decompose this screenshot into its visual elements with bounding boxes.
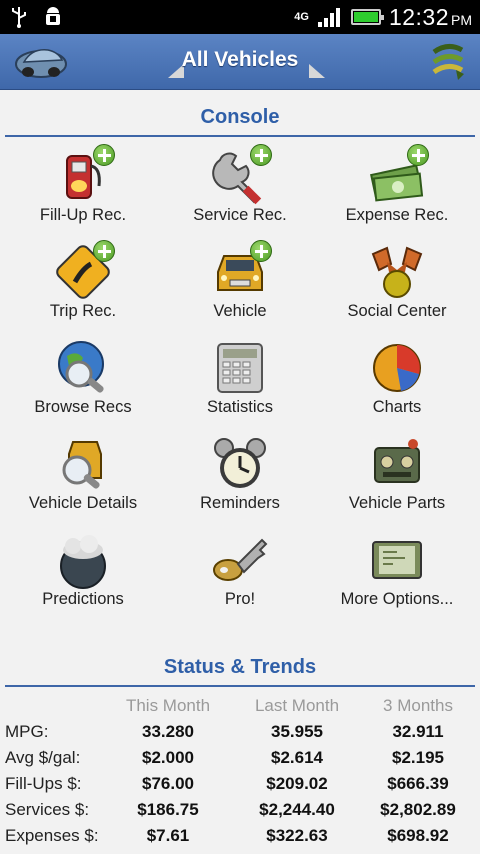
sync-icon[interactable] [428,40,468,84]
table-row: Fill-Ups $: $76.00 $209.02 $666.39 [0,774,480,799]
column-header: 3 Months [383,696,453,715]
tile-label: Browse Recs [34,398,132,416]
network-type: 4G [294,11,309,23]
table-row: Avg $/gal: $2.000 $2.614 $2.195 [0,748,480,773]
status-trends-divider [5,685,475,687]
cloud-icon [53,530,113,590]
table-row: Services $: $186.75 $2,244.40 $2,802.89 [0,800,480,825]
tile-label: Pro! [224,590,256,608]
clock: 12:32 [388,3,449,30]
table-row: MPG: 33.280 35.955 32.911 [0,722,480,747]
battery-icon [350,9,384,25]
cell-value: $2,802.89 [380,800,456,819]
table-row: Expenses $: $7.61 $322.63 $698.92 [0,826,480,851]
cell-value: 33.280 [142,722,194,741]
cell-value: $7.61 [146,826,190,845]
tile-label: Vehicle Details [28,494,138,512]
next-vehicle-arrow[interactable] [309,64,325,78]
alarm-clock-icon [210,434,270,494]
cell-value: 35.955 [271,722,323,741]
cell-value: $698.92 [387,826,449,845]
row-label: Fill-Ups $: [5,774,82,793]
money-icon [367,144,429,206]
row-label: Avg $/gal: [5,748,81,767]
tile-vehicle[interactable]: Vehicle [160,238,320,334]
tile-social-center[interactable]: Social Center [317,238,477,334]
cell-value: $76.00 [142,774,194,793]
cell-value: $2.614 [271,748,323,767]
tile-charts[interactable]: Charts [317,334,477,430]
cell-value: $2,244.40 [259,800,335,819]
tile-vehicle-parts[interactable]: Vehicle Parts [317,430,477,526]
car-icon [210,240,272,302]
tile-label: More Options... [340,590,454,608]
tile-reminders[interactable]: Reminders [160,430,320,526]
row-label: MPG: [5,722,49,741]
fuel-pump-icon [53,144,115,206]
more-options-icon [367,530,427,590]
row-label: Expenses $: [5,826,99,845]
tile-more-options[interactable]: More Options... [317,526,477,622]
road-sign-icon [53,240,115,302]
tile-pro[interactable]: Pro! [160,526,320,622]
cell-value: $666.39 [387,774,449,793]
tile-service-rec[interactable]: Service Rec. [160,142,320,238]
tile-statistics[interactable]: Statistics [160,334,320,430]
signal-icon [317,8,340,27]
tile-label: Vehicle [213,302,267,320]
status-trends-heading: Status & Trends [163,656,317,678]
social-icon [367,242,427,302]
status-bar: 4G 12:32 PM [0,0,480,34]
tile-label: Service Rec. [193,206,287,224]
globe-magnifier-icon [53,338,113,398]
page-title[interactable]: All Vehicles [0,48,480,72]
tile-expense-rec[interactable]: Expense Rec. [317,142,477,238]
tile-label: Charts [372,398,422,416]
calculator-icon [210,338,270,398]
app-title-bar: All Vehicles [0,34,480,90]
tile-fill-up-rec[interactable]: Fill-Up Rec. [3,142,163,238]
tile-trip-rec[interactable]: Trip Rec. [3,238,163,334]
key-icon [210,530,270,590]
tile-label: Predictions [42,590,124,608]
column-header: Last Month [254,696,340,715]
android-debug-icon [46,7,60,25]
cell-value: $186.75 [137,800,199,819]
cell-value: $322.63 [266,826,328,845]
tile-label: Vehicle Parts [348,494,446,512]
tile-label: Statistics [206,398,274,416]
tile-vehicle-details[interactable]: Vehicle Details [3,430,163,526]
cell-value: $2.000 [142,748,194,767]
car-parts-icon [367,434,427,494]
wrench-icon [210,144,272,206]
tile-label: Social Center [347,302,447,320]
cell-value: 32.911 [392,722,444,741]
tile-label: Reminders [200,494,280,512]
console-heading: Console [200,106,280,128]
car-details-icon [53,434,113,494]
tile-browse-recs[interactable]: Browse Recs [3,334,163,430]
clock-ampm: PM [451,11,472,28]
pie-chart-icon [367,338,427,398]
usb-icon [12,7,26,28]
tile-label: Expense Rec. [345,206,449,224]
cell-value: $209.02 [266,774,328,793]
notification-icons [10,6,64,28]
cell-value: $2.195 [392,748,444,767]
tile-predictions[interactable]: Predictions [3,526,163,622]
column-header: This Month [125,696,211,715]
console-divider [5,135,475,137]
stats-header-row: This Month Last Month 3 Months [0,696,480,721]
row-label: Services $: [5,800,90,819]
tile-label: Trip Rec. [49,302,117,320]
tile-label: Fill-Up Rec. [39,206,127,224]
